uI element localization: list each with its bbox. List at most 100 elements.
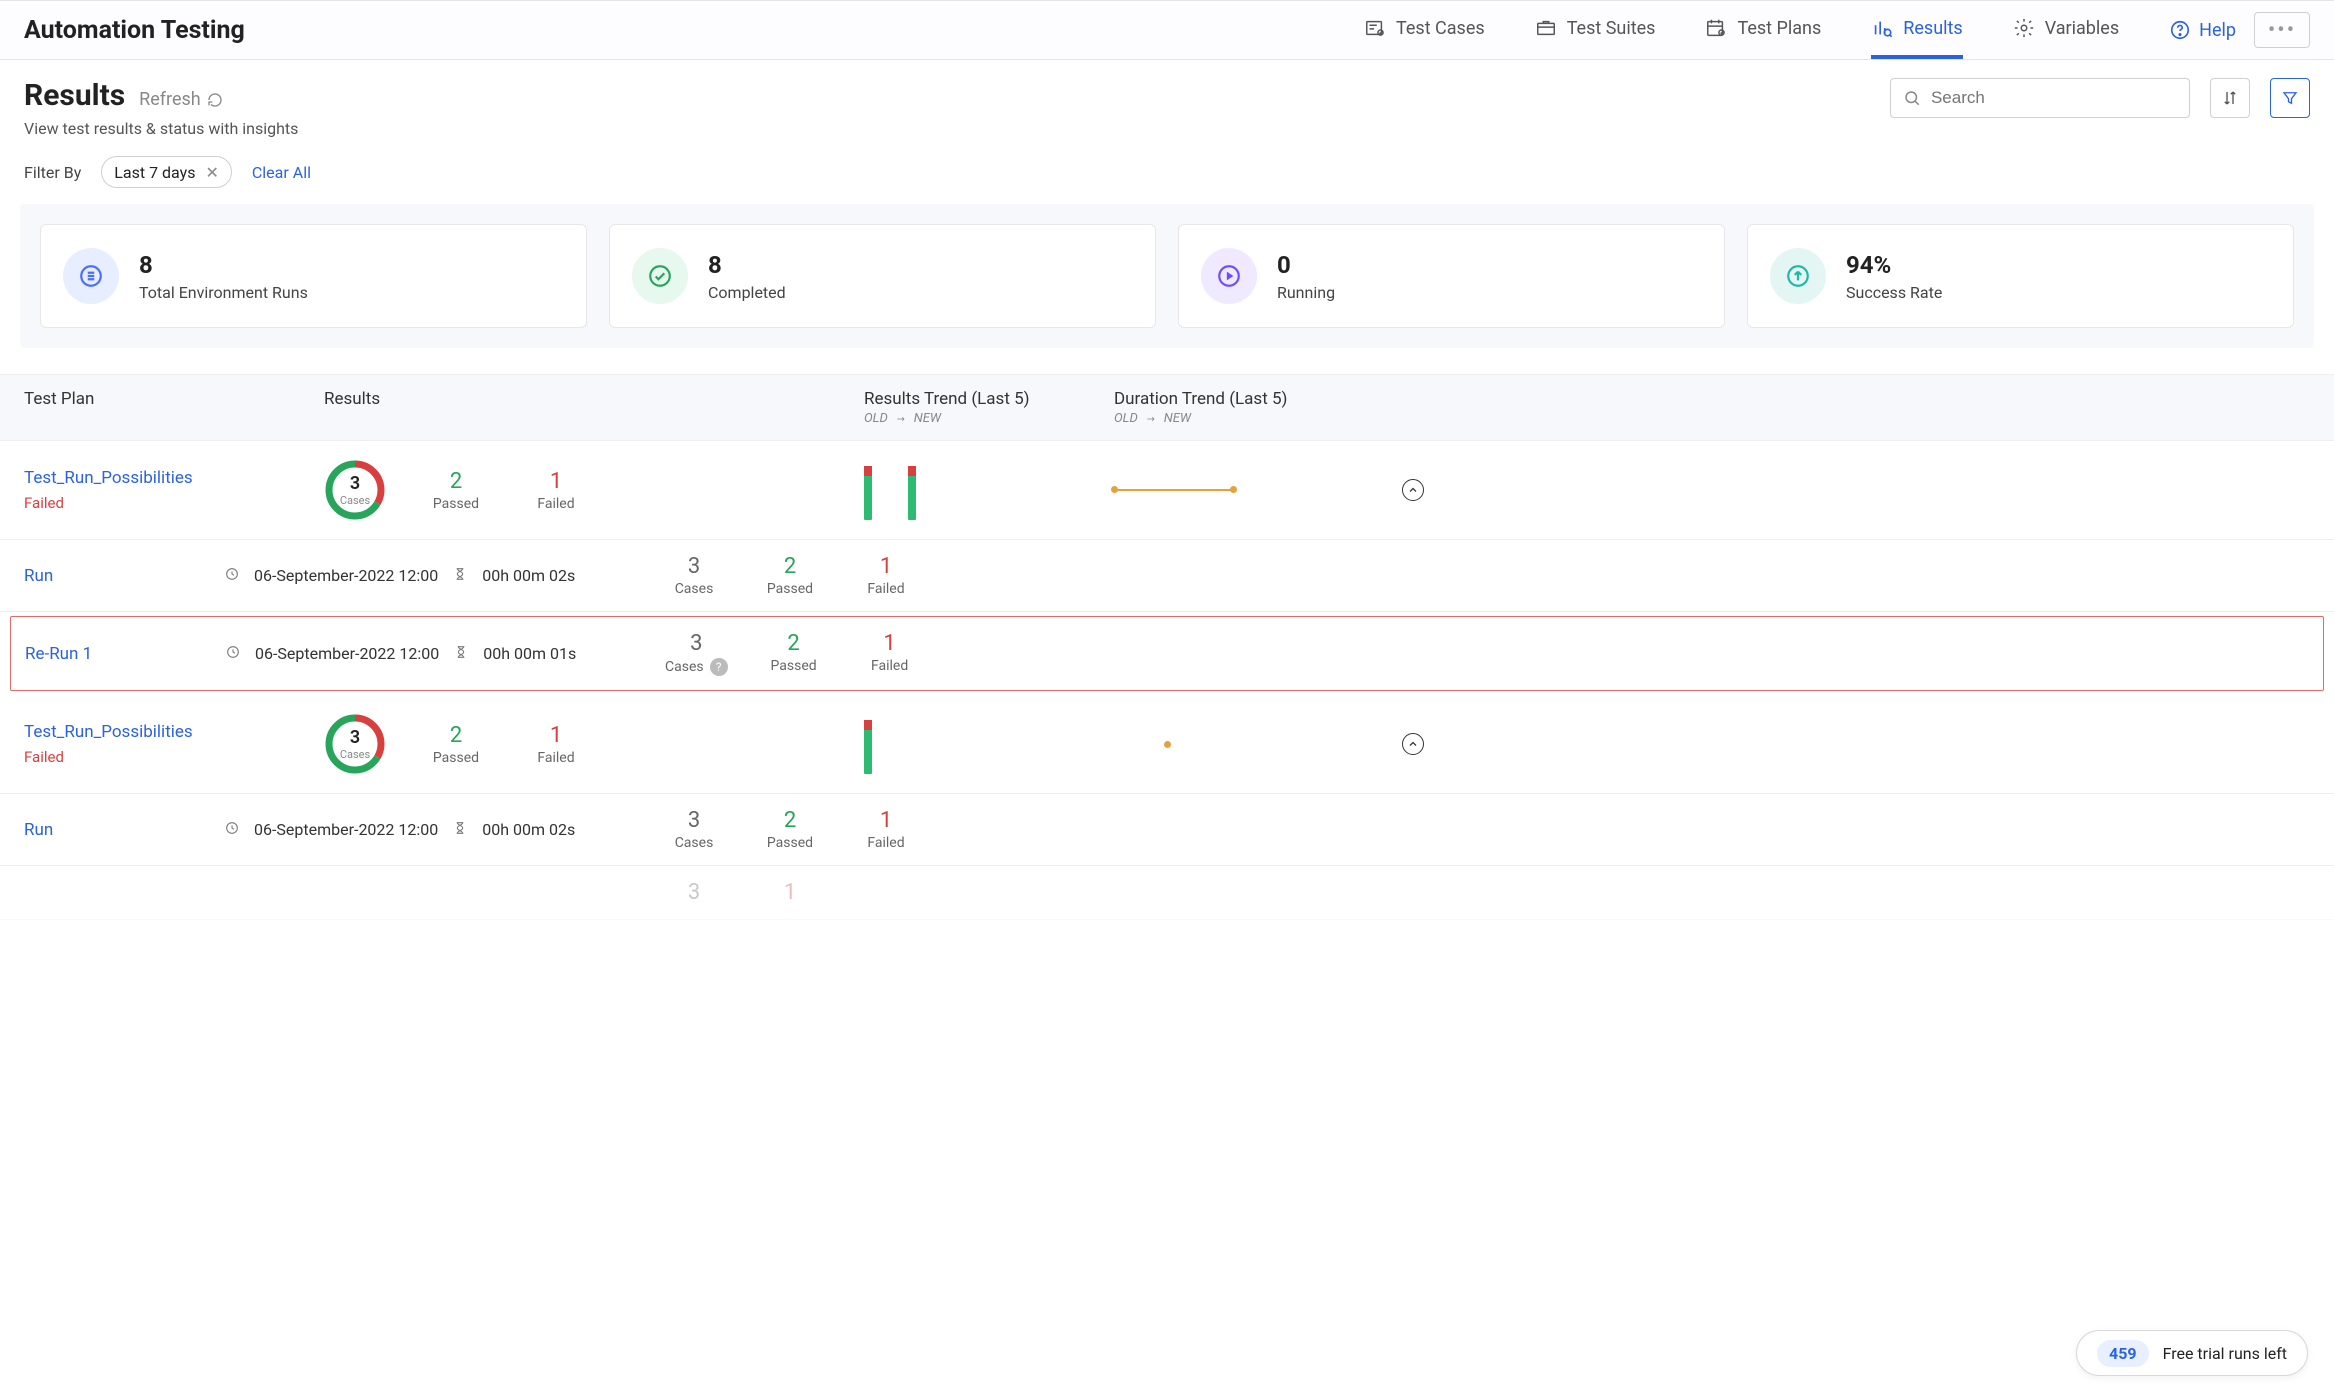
col-trend-dir: OLD NEW [1114,411,1364,426]
refresh-link[interactable]: Refresh [139,89,223,110]
cases-metric: 3Cases? [665,631,728,676]
more-icon: ••• [2268,18,2296,43]
tab-label: Test Suites [1567,18,1656,39]
results-trend-chart [864,460,1114,520]
failed-metric: 1Failed [856,554,916,597]
hourglass-icon [452,566,468,586]
stat-value: 8 [708,251,786,279]
trial-count: 459 [2097,1340,2149,1367]
clock-icon [225,644,241,664]
search-box[interactable] [1890,78,2190,118]
trial-pill[interactable]: 459 Free trial runs left [2076,1330,2308,1376]
failed-metric: 1Failed [526,723,586,766]
stat-running: 0 Running [1178,224,1725,328]
nav-tabs: Test Cases Test Suites Test Plans Result… [1364,1,2119,59]
clear-all-link[interactable]: Clear All [252,163,311,182]
tab-results[interactable]: Results [1871,1,1962,59]
stat-label: Running [1277,283,1335,302]
failed-metric: 1Failed [526,469,586,512]
refresh-icon [207,92,223,108]
subrun-date: 06-September-2022 12:00 [254,566,438,585]
duration-trend-chart [1114,475,1364,505]
results-donut: 3Cases [324,713,386,775]
top-bar: Automation Testing Test Cases Test Suite… [0,0,2334,60]
arrow-up-icon [1785,263,1811,289]
plan-name-link[interactable]: Test_Run_Possibilities [24,468,324,488]
cases-metric: 3Cases [664,554,724,597]
more-button[interactable]: ••• [2254,12,2310,48]
test-plans-icon [1705,17,1727,39]
subrun-name-link[interactable]: Run [24,566,224,586]
col-results: Results [324,389,864,426]
stats-strip: 8 Total Environment Runs 8 Completed 0 R… [20,204,2314,348]
passed-metric: 2Passed [760,554,820,597]
filter-by-label: Filter By [24,163,81,182]
subrun-name-link[interactable]: Run [24,820,224,840]
subrun-row: Run 06-September-2022 12:00 00h 00m 02s … [0,540,2334,612]
stat-value: 8 [139,251,308,279]
chip-close-icon[interactable]: ✕ [205,163,218,182]
tab-label: Test Plans [1737,18,1821,39]
stat-value: 94% [1846,251,1942,279]
col-duration-trend: Duration Trend (Last 5) [1114,389,1364,409]
collapse-button[interactable] [1402,733,1424,755]
subrun-row: Run 06-September-2022 12:00 00h 00m 02s … [0,794,2334,866]
subrun-row-partial: 3 1 [0,866,2334,920]
help-link[interactable]: Help [2169,19,2236,41]
stat-completed: 8 Completed [609,224,1156,328]
subrun-meta: 06-September-2022 12:00 00h 00m 01s [225,644,665,664]
collapse-button[interactable] [1402,479,1424,501]
results-donut: 3Cases [324,459,386,521]
help-dot-icon[interactable]: ? [710,658,728,676]
chevron-up-icon [1407,484,1419,496]
tab-label: Results [1903,18,1962,39]
stat-value: 0 [1277,251,1335,279]
passed-metric: 2Passed [426,723,486,766]
plan-name-link[interactable]: Test_Run_Possibilities [24,722,324,742]
help-label: Help [2199,20,2236,41]
sort-icon [2221,89,2239,107]
plan-status: Failed [24,748,324,766]
clock-icon [224,566,240,586]
stat-label: Total Environment Runs [139,283,308,302]
search-input[interactable] [1931,88,2177,108]
tab-test-suites[interactable]: Test Suites [1535,1,1656,59]
subrun-meta: 06-September-2022 12:00 00h 00m 02s [224,820,664,840]
trial-label: Free trial runs left [2163,1344,2287,1363]
stat-label: Completed [708,283,786,302]
page-title: Results [24,78,125,113]
chevron-up-icon [1407,738,1419,750]
col-plan: Test Plan [24,389,324,426]
app-title: Automation Testing [24,16,245,45]
sort-button[interactable] [2210,78,2250,118]
filter-chip-last7[interactable]: Last 7 days ✕ [101,156,232,188]
filter-button[interactable] [2270,78,2310,118]
check-icon [647,263,673,289]
subrun-duration: 00h 00m 02s [482,820,575,839]
plan-status: Failed [24,494,324,512]
subrun-meta: 06-September-2022 12:00 00h 00m 02s [224,566,664,586]
tab-test-plans[interactable]: Test Plans [1705,1,1821,59]
failed-metric: 1Failed [860,631,920,676]
filter-icon [2281,89,2299,107]
subrun-date: 06-September-2022 12:00 [255,644,439,663]
test-suites-icon [1535,17,1557,39]
passed-metric: 2Passed [764,631,824,676]
tab-test-cases[interactable]: Test Cases [1364,1,1485,59]
results-icon [1871,17,1893,39]
test-cases-icon [1364,17,1386,39]
plan-row: Test_Run_Possibilities Failed 3Cases 2Pa… [0,695,2334,794]
stat-total-runs: 8 Total Environment Runs [40,224,587,328]
tab-variables[interactable]: Variables [2013,1,2119,59]
stat-success-rate: 94% Success Rate [1747,224,2294,328]
help-icon [2169,19,2191,41]
subrun-date: 06-September-2022 12:00 [254,820,438,839]
refresh-label: Refresh [139,89,201,110]
duration-trend-chart [1114,729,1364,759]
subrun-name-link[interactable]: Re-Run 1 [25,644,225,664]
page-header: Results Refresh View test results & stat… [0,60,2334,138]
rows-container: Test_Run_Possibilities Failed 3Cases 2Pa… [0,441,2334,920]
filter-row: Filter By Last 7 days ✕ Clear All [0,138,2334,204]
hourglass-icon [453,644,469,664]
search-icon [1903,88,1921,108]
